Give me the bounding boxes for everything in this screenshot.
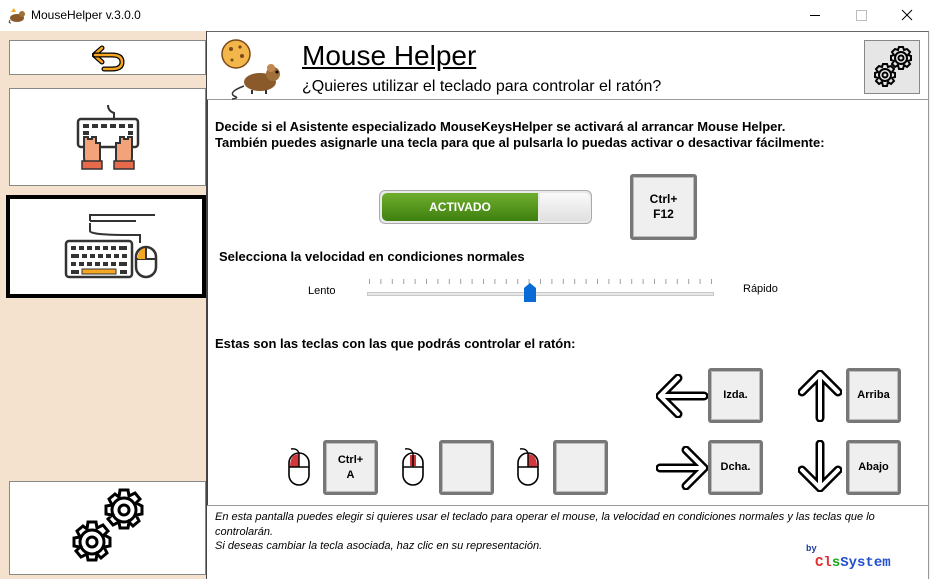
minimize-button[interactable] — [792, 0, 838, 31]
activation-toggle[interactable]: ACTIVADO — [379, 190, 592, 224]
right-key[interactable]: Dcha. — [708, 440, 763, 495]
hotkey-key[interactable]: Ctrl+ F12 — [630, 174, 697, 240]
arrow-left-icon — [656, 374, 708, 418]
sidebar-item-keyboard-mouse[interactable] — [6, 195, 206, 298]
keyboard-hands-icon — [76, 104, 140, 170]
right-click-key[interactable] — [553, 440, 608, 495]
down-key[interactable]: Abajo — [846, 440, 901, 495]
toggle-label: ACTIVADO — [382, 193, 538, 221]
settings-button[interactable] — [9, 481, 206, 575]
speed-slider-track[interactable] — [367, 292, 714, 296]
gears-icon — [72, 488, 144, 562]
title-bar: MouseHelper v.3.0.0 — [0, 0, 930, 31]
arrow-down-icon — [798, 440, 842, 492]
app-mouse-icon — [8, 8, 25, 24]
maximize-button[interactable] — [838, 0, 884, 31]
maximize-icon — [856, 10, 867, 21]
gears-icon — [874, 46, 912, 87]
left-key[interactable]: Izda. — [708, 368, 763, 423]
keys-section-label: Estas son las teclas con las que podrás … — [215, 336, 576, 351]
speed-ticks — [369, 279, 712, 284]
toggle-knob[interactable] — [540, 193, 590, 221]
left-click-key-line-1: Ctrl+ — [337, 453, 364, 466]
speed-slider-thumb[interactable] — [524, 283, 537, 302]
brand-part-3: System — [840, 555, 891, 571]
brand-part-2: s — [831, 555, 841, 571]
description-line-1: Decide si el Asistente especializado Mou… — [215, 119, 786, 134]
description-line-2: También puedes asignarle una tecla para … — [215, 135, 825, 150]
arrow-right-icon — [656, 446, 708, 490]
footer-text: En esta pantalla puedes elegir si quiere… — [215, 511, 875, 538]
minimize-icon — [810, 15, 820, 16]
brand-part-1: Cl — [815, 555, 832, 571]
back-button[interactable] — [9, 40, 206, 75]
middle-click-key[interactable] — [439, 440, 494, 495]
mouse-left-click-icon — [288, 448, 310, 486]
brand-logo: ClsSystem — [815, 555, 891, 571]
left-click-key-line-2: A — [346, 468, 355, 481]
mouse-middle-click-icon — [402, 448, 424, 486]
page-title: Mouse Helper — [302, 40, 477, 71]
description: Decide si el Asistente especializado Mou… — [215, 119, 825, 151]
close-button[interactable] — [884, 0, 930, 31]
mouse-mascot-icon — [221, 39, 280, 100]
hotkey-line-2: F12 — [653, 207, 674, 221]
up-key[interactable]: Arriba — [846, 368, 901, 423]
speed-max-label: Rápido — [743, 283, 778, 295]
speed-min-label: Lento — [308, 285, 336, 297]
close-icon — [901, 9, 913, 21]
arrow-up-icon — [798, 370, 842, 422]
main-panel — [206, 31, 929, 579]
brand-by: by — [806, 544, 817, 554]
mouse-right-click-icon — [517, 448, 539, 486]
speed-label: Selecciona la velocidad en condiciones n… — [219, 249, 525, 264]
footer-hint: Si deseas cambiar la tecla asociada, haz… — [215, 540, 543, 552]
sidebar-item-keyboard-hands[interactable] — [9, 88, 206, 186]
left-click-key[interactable]: Ctrl+ A — [323, 440, 378, 495]
undo-arrow-icon — [92, 45, 125, 72]
keyboard-mouse-icon — [64, 214, 158, 279]
hotkey-line-1: Ctrl+ — [649, 192, 678, 206]
window-title: MouseHelper v.3.0.0 — [31, 8, 141, 22]
page-subtitle: ¿Quieres utilizar el teclado para contro… — [302, 78, 662, 95]
options-gear-button[interactable] — [864, 40, 920, 94]
